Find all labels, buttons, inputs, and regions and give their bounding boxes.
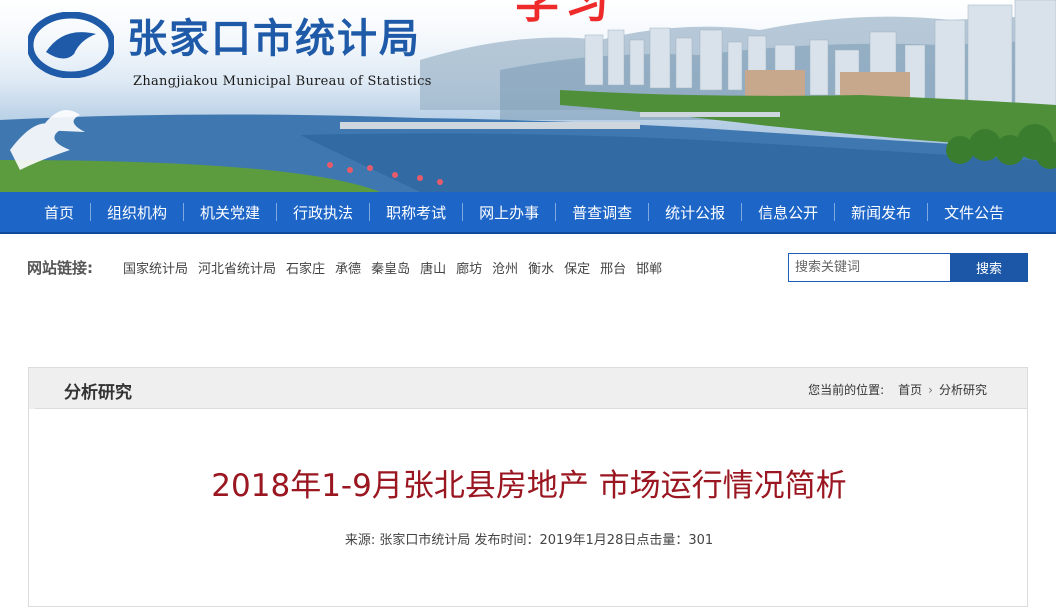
nav-item-label[interactable]: 职称考试: [370, 202, 462, 223]
nav-item-label[interactable]: 文件公告: [928, 202, 1020, 223]
search-box: 搜索: [788, 253, 1028, 282]
site-subtitle: Zhangjiakou Municipal Bureau of Statisti…: [133, 74, 432, 89]
nav-item-label[interactable]: 行政执法: [277, 202, 369, 223]
content-panel: 分析研究 您当前的位置: 首页 › 分析研究 2018年1-9月张北县房地产 市…: [28, 367, 1028, 607]
nav-item-4[interactable]: 职称考试: [370, 192, 462, 232]
nav-item-2[interactable]: 机关党建: [184, 192, 276, 232]
nav-item-1[interactable]: 组织机构: [91, 192, 183, 232]
nav-item-label[interactable]: 普查调查: [556, 202, 648, 223]
nav-item-label[interactable]: 组织机构: [91, 202, 183, 223]
website-links-label: 网站链接:: [27, 258, 93, 277]
nav-item-label[interactable]: 统计公报: [649, 202, 741, 223]
search-input[interactable]: [788, 253, 950, 282]
search-button[interactable]: 搜索: [950, 253, 1028, 282]
banner-decor-text: 学习: [515, 0, 615, 28]
breadcrumb-current-link[interactable]: 分析研究: [939, 381, 987, 398]
nav-item-9[interactable]: 新闻发布: [835, 192, 927, 232]
website-link[interactable]: 河北省统计局: [198, 258, 276, 277]
website-link[interactable]: 国家统计局: [123, 258, 188, 277]
nav-item-8[interactable]: 信息公开: [742, 192, 834, 232]
nav-item-label[interactable]: 首页: [28, 202, 90, 223]
nav-item-10[interactable]: 文件公告: [928, 192, 1020, 232]
breadcrumb: 您当前的位置: 首页 › 分析研究: [808, 381, 987, 398]
nav-item-7[interactable]: 统计公报: [649, 192, 741, 232]
chevron-right-icon: ›: [928, 382, 933, 397]
website-link[interactable]: 邢台: [600, 258, 626, 277]
site-title: 张家口市统计局: [127, 15, 421, 62]
website-link[interactable]: 唐山: [420, 258, 446, 277]
website-link[interactable]: 保定: [564, 258, 590, 277]
website-link[interactable]: 石家庄: [286, 258, 325, 277]
article-title: 2018年1-9月张北县房地产 市场运行情况简析: [211, 468, 847, 504]
section-header: 分析研究 您当前的位置: 首页 › 分析研究: [29, 368, 1027, 409]
website-link[interactable]: 秦皇岛: [371, 258, 410, 277]
nav-item-0[interactable]: 首页: [28, 192, 90, 232]
website-link[interactable]: 沧州: [492, 258, 518, 277]
nav-item-label[interactable]: 网上办事: [463, 202, 555, 223]
section-accent: [29, 368, 35, 409]
article-meta: 来源: 张家口市统计局 发布时间：2019年1月28日点击量：301: [344, 533, 714, 548]
nav-item-label[interactable]: 新闻发布: [835, 202, 927, 223]
website-link[interactable]: 邯郸: [636, 258, 662, 277]
breadcrumb-home-link[interactable]: 首页: [898, 381, 922, 398]
header-banner: 张家口市统计局 Zhangjiakou Municipal Bureau of …: [0, 0, 1056, 192]
nav-item-label[interactable]: 信息公开: [742, 202, 834, 223]
nav-item-6[interactable]: 普查调查: [556, 192, 648, 232]
breadcrumb-prefix: 您当前的位置:: [808, 383, 885, 397]
main-nav: 首页 组织机构 机关党建 行政执法 职称考试 网上办事 普查调查 统计公报 信息公开 新闻发布 文件…: [0, 192, 1056, 234]
nav-item-3[interactable]: 行政执法: [277, 192, 369, 232]
nav-item-label[interactable]: 机关党建: [184, 202, 276, 223]
website-links-bar: 网站链接: 国家统计局 河北省统计局 石家庄 承德 秦皇岛 唐山 廊坊 沧州 衡水 保定 邢台 邯郸: [27, 256, 672, 278]
bureau-logo-icon: [28, 12, 114, 78]
section-title: 分析研究: [64, 383, 132, 403]
website-link[interactable]: 承德: [335, 258, 361, 277]
website-link[interactable]: 廊坊: [456, 258, 482, 277]
website-link[interactable]: 衡水: [528, 258, 554, 277]
nav-item-5[interactable]: 网上办事: [463, 192, 555, 232]
